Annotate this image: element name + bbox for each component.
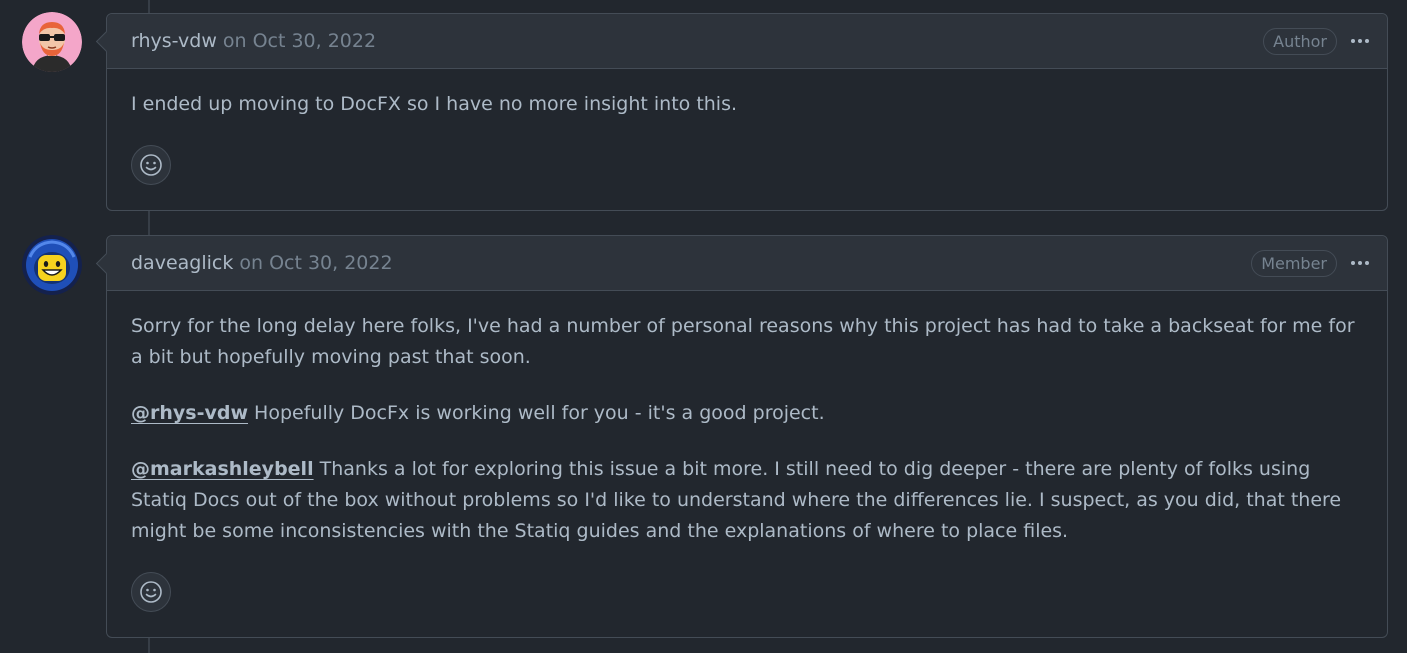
role-badge: Author: [1263, 27, 1337, 55]
comment-date[interactable]: on Oct 30, 2022: [239, 252, 392, 274]
add-reaction-button[interactable]: [131, 572, 171, 612]
add-reaction-button[interactable]: [131, 145, 171, 185]
comment-paragraph: Sorry for the long delay here folks, I'v…: [131, 315, 1355, 368]
timeline-line: [148, 211, 150, 235]
comment-date[interactable]: on Oct 30, 2022: [223, 30, 376, 52]
comment-body: Sorry for the long delay here folks, I'v…: [107, 291, 1387, 612]
comment-paragraph: @markashleybell Thanks a lot for explori…: [131, 454, 1363, 547]
lego-spaceman-avatar-image: [22, 235, 82, 295]
timeline-line: [148, 0, 150, 13]
kebab-horizontal-icon[interactable]: [1347, 252, 1373, 274]
kebab-horizontal-icon[interactable]: [1347, 30, 1373, 52]
smiley-icon: [140, 581, 162, 603]
timeline-line: [148, 638, 150, 653]
header-actions: Author: [1263, 27, 1373, 55]
comment-header: rhys-vdw on Oct 30, 2022 Author: [107, 14, 1387, 69]
smiley-icon: [140, 154, 162, 176]
avatar-daveaglick[interactable]: [22, 235, 82, 295]
role-badge: Member: [1251, 249, 1337, 277]
paragraph-text: Hopefully DocFx is working well for you …: [248, 402, 825, 424]
author-link[interactable]: rhys-vdw: [131, 30, 217, 52]
user-mention-link[interactable]: @rhys-vdw: [131, 402, 248, 424]
author-link[interactable]: daveaglick: [131, 252, 233, 274]
header-actions: Member: [1251, 249, 1373, 277]
comment-paragraph: I ended up moving to DocFX so I have no …: [131, 93, 738, 115]
user-mention-link[interactable]: @markashleybell: [131, 458, 314, 480]
cartoon-avatar-image: [22, 12, 82, 72]
comment-paragraph: @rhys-vdw Hopefully DocFx is working wel…: [131, 398, 1363, 429]
comment-body: I ended up moving to DocFX so I have no …: [107, 69, 1387, 185]
avatar-rhys-vdw[interactable]: [22, 12, 82, 72]
comment-card: rhys-vdw on Oct 30, 2022 Author I ended …: [106, 13, 1388, 211]
comment-header: daveaglick on Oct 30, 2022 Member: [107, 236, 1387, 291]
comment-card: daveaglick on Oct 30, 2022 Member Sorry …: [106, 235, 1388, 638]
